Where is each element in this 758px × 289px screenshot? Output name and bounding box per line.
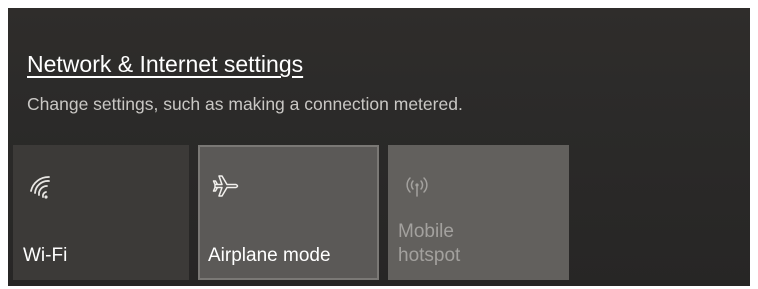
mobile-hotspot-label-line1: Mobile <box>398 221 454 242</box>
airplane-mode-label: Airplane mode <box>208 245 331 266</box>
wifi-label: Wi-Fi <box>23 245 68 266</box>
mobile-hotspot-toggle-tile[interactable]: Mobile hotspot <box>388 145 569 280</box>
airplane-mode-toggle-tile[interactable]: Airplane mode <box>198 145 379 280</box>
network-flyout: Network & Internet settings Change setti… <box>8 8 750 286</box>
mobile-hotspot-label-line2: hotspot <box>398 245 461 266</box>
airplane-icon <box>212 175 239 197</box>
wifi-toggle-tile[interactable]: Wi-Fi <box>13 145 189 280</box>
settings-description: Change settings, such as making a connec… <box>27 94 463 114</box>
network-internet-settings-link[interactable]: Network & Internet settings <box>27 51 303 78</box>
wifi-icon <box>30 176 50 199</box>
mobile-hotspot-icon <box>406 177 428 197</box>
mobile-hotspot-label: Mobile hotspot <box>398 220 518 268</box>
